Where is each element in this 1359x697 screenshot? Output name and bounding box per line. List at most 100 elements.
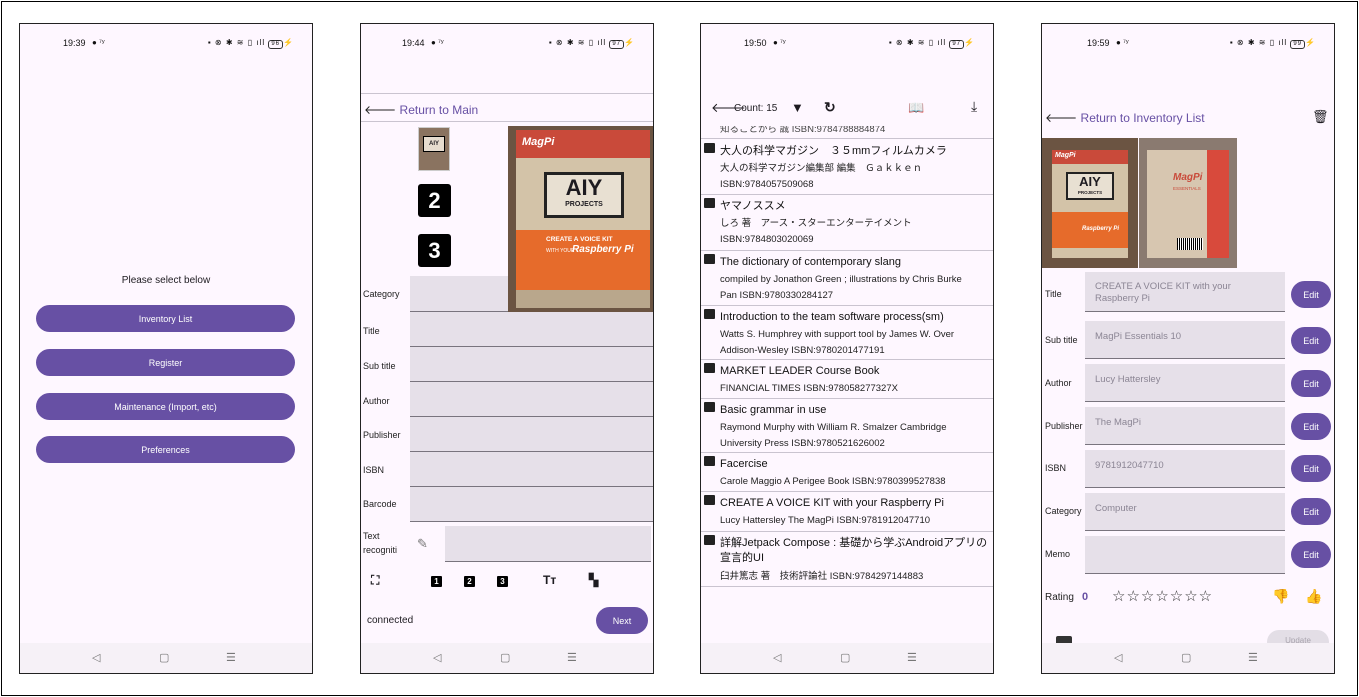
star-rating[interactable]: ☆☆☆☆☆☆☆ — [1112, 587, 1213, 605]
list-item[interactable]: Facercise Carole Maggio A Perigee Book I… — [701, 453, 993, 492]
memo-field[interactable] — [1085, 536, 1285, 574]
text-recognition-field[interactable] — [445, 526, 651, 562]
nav-back-icon[interactable]: ◁ — [1114, 651, 1122, 664]
title-field[interactable]: CREATE A VOICE KIT with your Raspberry P… — [1085, 272, 1285, 312]
return-to-inventory-link[interactable]: 🡐 Return to Inventory List — [1045, 110, 1205, 125]
edit-subtitle-button[interactable]: Edit — [1291, 327, 1331, 354]
list-item[interactable]: 大人の科学マガジン ３５mmフィルムカメラ 大人の科学マガジン編集部 編集 Ｇａ… — [701, 140, 993, 195]
publisher-field[interactable]: The MagPi — [1085, 407, 1285, 445]
cover-with: WITH YOUR — [546, 248, 575, 254]
system-nav-bar: ◁ ▢ ☰ — [701, 643, 993, 673]
cover-thumbnail[interactable]: AIY — [418, 127, 450, 171]
rating-label: Rating — [1045, 592, 1074, 603]
return-to-main-label: Return to Main — [399, 103, 479, 117]
nav-home-icon[interactable]: ▢ — [1181, 651, 1191, 664]
status-time: 19:59 — [1087, 38, 1110, 48]
list-item[interactable]: CREATE A VOICE KIT with your Raspberry P… — [701, 492, 993, 532]
image-icon — [704, 495, 715, 505]
image-icon — [704, 198, 715, 208]
text-format-icon[interactable]: Tт — [543, 573, 556, 587]
list-item-partial[interactable]: 知ることから 誠 ISBN:9784788884874 — [701, 126, 993, 139]
nav-recents-icon[interactable]: ☰ — [1248, 651, 1258, 664]
nav-recents-icon[interactable]: ☰ — [226, 651, 236, 664]
memo-label: Memo — [1045, 549, 1071, 559]
title-field[interactable] — [410, 312, 653, 347]
page-2-slot[interactable]: 2 — [418, 184, 451, 217]
status-time: 19:39 — [63, 38, 86, 48]
next-button[interactable]: Next — [596, 607, 648, 634]
nav-back-icon[interactable]: ◁ — [433, 651, 441, 664]
isbn-label: ISBN — [1045, 463, 1067, 473]
item-detail: Addison-Wesley ISBN:9780201477191 — [720, 345, 885, 356]
status-bar: 19:39 ● ⁷ʸ ▪ ⊗ ✱ ≋ ▯ ıll 96 ⚡ — [20, 38, 312, 50]
inventory-list-button[interactable]: Inventory List — [36, 305, 295, 332]
list-item[interactable]: Basic grammar in use Raymond Murphy with… — [701, 399, 993, 453]
book-photo[interactable]: MagPi AIY PROJECTS CREATE A VOICE KIT WI… — [508, 126, 653, 312]
subtitle-field[interactable]: MagPi Essentials 10 — [1085, 321, 1285, 359]
publisher-label: Publisher — [363, 430, 401, 440]
item-title: Introduction to the team software proces… — [720, 311, 944, 323]
list-item[interactable]: Introduction to the team software proces… — [701, 306, 993, 360]
page-3-button[interactable]: 3 — [497, 573, 508, 587]
image-icon — [704, 535, 715, 545]
image-icon — [704, 402, 715, 412]
fullscreen-icon[interactable]: ⛶ — [371, 573, 379, 588]
return-to-main-link[interactable]: 🡐 Return to Main — [364, 102, 478, 117]
notification-icons: ● ⁷ʸ — [1116, 38, 1129, 47]
nav-home-icon[interactable]: ▢ — [159, 651, 169, 664]
category-field[interactable] — [410, 276, 508, 312]
author-field[interactable]: Lucy Hattersley — [1085, 364, 1285, 402]
barcode-scanner-icon[interactable]: ▚ — [589, 573, 598, 587]
item-detail: 大人の科学マガジン編集部 編集 Ｇａｋｋｅｎ — [720, 163, 923, 174]
book-back-photo[interactable]: MagPi ESSENTIALS — [1139, 138, 1237, 268]
download-icon[interactable]: ⤓ — [971, 98, 977, 115]
battery-icon: 96 — [268, 40, 284, 49]
refresh-icon[interactable]: ↻ — [824, 99, 836, 116]
pencil-icon[interactable]: ✎ — [417, 536, 428, 552]
barcode-label: Barcode — [363, 499, 397, 509]
edit-author-button[interactable]: Edit — [1291, 370, 1331, 397]
category-field[interactable]: Computer — [1085, 493, 1285, 531]
list-item[interactable]: MARKET LEADER Course Book FINANCIAL TIME… — [701, 360, 993, 399]
isbn-field[interactable] — [410, 452, 653, 487]
list-item[interactable]: ヤマノススメ しろ 著 アース・スターエンターテイメント ISBN:978480… — [701, 195, 993, 251]
status-bar: 19:44 ● ⁷ʸ ▪ ⊗ ✱ ≋ ▯ ıll 97 ⚡ — [361, 38, 653, 50]
thumb-down-icon[interactable]: 👎 — [1272, 588, 1289, 605]
barcode-field[interactable] — [410, 487, 653, 522]
maintenance-button[interactable]: Maintenance (Import, etc) — [36, 393, 295, 420]
author-field[interactable] — [410, 382, 653, 417]
preferences-button[interactable]: Preferences — [36, 436, 295, 463]
list-item[interactable]: 詳解Jetpack Compose : 基礎から学ぶAndroidアプリの宣言的… — [701, 532, 993, 587]
battery-icon: 97 — [609, 40, 625, 49]
edit-title-button[interactable]: Edit — [1291, 281, 1331, 308]
subtitle-field[interactable] — [410, 347, 653, 382]
cover-tagline: CREATE A VOICE KIT — [546, 236, 613, 243]
thumb-up-icon[interactable]: 👍 — [1305, 588, 1322, 605]
item-detail: Watts S. Humphrey with support tool by J… — [720, 329, 955, 340]
register-button[interactable]: Register — [36, 349, 295, 376]
isbn-field[interactable]: 9781912047710 — [1085, 450, 1285, 488]
book-icon[interactable]: 📖 — [908, 100, 924, 116]
nav-home-icon[interactable]: ▢ — [840, 651, 850, 664]
page-2-button[interactable]: 2 — [464, 573, 475, 587]
publisher-field[interactable] — [410, 417, 653, 452]
delete-icon[interactable]: 🗑 — [1312, 109, 1329, 125]
edit-isbn-button[interactable]: Edit — [1291, 455, 1331, 482]
item-detail: ISBN:9784803020069 — [720, 234, 814, 245]
nav-back-icon[interactable]: ◁ — [773, 651, 781, 664]
nav-back-icon[interactable]: ◁ — [92, 651, 100, 664]
page-3-slot[interactable]: 3 — [418, 234, 451, 267]
nav-recents-icon[interactable]: ☰ — [907, 651, 917, 664]
edit-publisher-button[interactable]: Edit — [1291, 413, 1331, 440]
filter-icon[interactable]: ▼ — [791, 100, 804, 115]
phone-book-detail: 19:59 ● ⁷ʸ ▪ ⊗ ✱ ≋ ▯ ıll 99 ⚡ 🡐 Return to… — [1041, 23, 1335, 674]
page-1-button[interactable]: 1 — [431, 573, 442, 587]
nav-home-icon[interactable]: ▢ — [500, 651, 510, 664]
system-icons: ▪ ⊗ ✱ ≋ ▯ ıll 99 ⚡ — [1229, 38, 1316, 49]
back-arrow-icon: 🡐 — [1045, 111, 1078, 125]
edit-category-button[interactable]: Edit — [1291, 498, 1331, 525]
nav-recents-icon[interactable]: ☰ — [567, 651, 577, 664]
list-item[interactable]: The dictionary of contemporary slang com… — [701, 251, 993, 306]
edit-memo-button[interactable]: Edit — [1291, 541, 1331, 568]
book-front-photo[interactable]: MagPi AIY PROJECTS Raspberry Pi — [1042, 138, 1138, 268]
